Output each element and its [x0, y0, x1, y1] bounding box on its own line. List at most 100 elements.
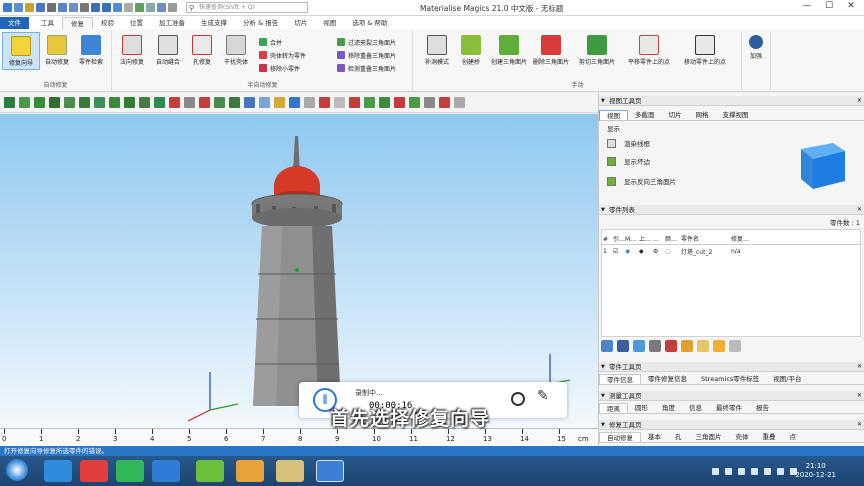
toolbar-tool-27-icon[interactable]	[394, 97, 405, 108]
close-button[interactable]: ✕	[840, 1, 862, 11]
export-icon[interactable]	[80, 3, 89, 12]
toolbar-tool-26-icon[interactable]	[379, 97, 390, 108]
camera-icon[interactable]	[511, 392, 525, 406]
tab-report[interactable]: 报告	[749, 403, 776, 413]
tab-verify[interactable]: 校验	[93, 17, 122, 29]
taskbar-magics-icon[interactable]	[316, 460, 344, 482]
tab-multi-section[interactable]: 多截面	[628, 110, 662, 120]
maximize-button[interactable]: ☐	[818, 1, 840, 11]
taskbar-music-icon[interactable]	[80, 460, 108, 482]
checkbox-icon[interactable]: ☑	[613, 248, 625, 255]
pen-icon[interactable]: ✎	[537, 388, 549, 404]
zoom-icon[interactable]	[124, 3, 133, 12]
tab-triangles[interactable]: 三角面片	[689, 432, 729, 442]
tray-icon[interactable]	[712, 468, 719, 475]
tab-support-view[interactable]: 支撑视图	[716, 110, 756, 120]
toolbar-tool-4-icon[interactable]	[49, 97, 60, 108]
open-file-icon[interactable]	[25, 3, 34, 12]
tab-analysis-report[interactable]: 分析 & 报告	[235, 17, 286, 29]
toolbar-tool-22-icon[interactable]	[319, 97, 330, 108]
tab-generate-support[interactable]: 生成支撑	[193, 17, 235, 29]
delete-triangle-button[interactable]: 删除三角面片	[532, 32, 570, 66]
tray-icon[interactable]	[725, 468, 732, 475]
tab-streamics-label[interactable]: Streamics零件标签	[694, 374, 766, 384]
taskbar-browser-icon[interactable]	[44, 460, 72, 482]
lighthouse-model[interactable]	[0, 114, 598, 428]
toolbar-tool-13-icon[interactable]	[184, 97, 195, 108]
toolbar-tool-18-icon[interactable]	[259, 97, 270, 108]
parts-action-4-icon[interactable]	[649, 340, 661, 352]
toolbar-tool-9-icon[interactable]	[124, 97, 135, 108]
toolbar-tool-3-icon[interactable]	[34, 97, 45, 108]
render-wireframe-option[interactable]: 渲染线框	[607, 137, 650, 149]
col-up[interactable]: 上…	[639, 234, 653, 244]
tab-view-platform[interactable]: 视图/平台	[766, 374, 808, 384]
merge-button[interactable]: 合并	[259, 37, 282, 47]
rotate-icon[interactable]	[135, 3, 144, 12]
tab-tools[interactable]: 工具	[33, 17, 62, 29]
tab-part-repair-info[interactable]: 零件修复信息	[641, 374, 694, 384]
parts-action-8-icon[interactable]	[713, 340, 725, 352]
print-icon[interactable]	[69, 3, 78, 12]
filter-sharp-triangles-button[interactable]: 过滤夹裂三角面片	[337, 37, 396, 47]
tray-icon[interactable]	[777, 468, 784, 475]
view-cube[interactable]	[793, 133, 853, 193]
tab-part-info[interactable]: 零件信息	[599, 374, 641, 384]
wireframe-icon[interactable]	[157, 3, 166, 12]
select-icon[interactable]	[113, 3, 122, 12]
tab-build-prep[interactable]: 加工准备	[151, 17, 193, 29]
col-color[interactable]: 颜…	[665, 234, 681, 244]
taskbar-clock[interactable]: 21:10 2020-12-21	[795, 462, 836, 480]
tab-slice-panel[interactable]: 切片	[662, 110, 689, 120]
parts-action-1-icon[interactable]	[601, 340, 613, 352]
toolbar-tool-29-icon[interactable]	[424, 97, 435, 108]
tab-options-help[interactable]: 选项 & 帮助	[344, 17, 395, 29]
part-check-button[interactable]: 零件检索	[72, 32, 110, 66]
toolbar-tool-10-icon[interactable]	[139, 97, 150, 108]
toolbar-tool-23-icon[interactable]	[334, 97, 345, 108]
save-icon[interactable]	[36, 3, 45, 12]
tab-final-part[interactable]: 最终零件	[709, 403, 749, 413]
toolbar-tool-25-icon[interactable]	[364, 97, 375, 108]
pin-icon[interactable]: ✕	[857, 96, 862, 106]
parts-action-9-icon[interactable]	[729, 340, 741, 352]
toolbar-tool-21-icon[interactable]	[304, 97, 315, 108]
col-num[interactable]: #	[601, 234, 613, 244]
toolbar-tool-31-icon[interactable]	[454, 97, 465, 108]
show-inverted-triangles-option[interactable]: 显示反向三角面片	[607, 175, 676, 187]
search-input[interactable]: ⚲ 快速查询(Shift + Q)	[186, 2, 308, 13]
tab-hole[interactable]: 孔	[668, 432, 689, 442]
translate-point-button[interactable]: 平移零件上的点	[624, 32, 674, 66]
parts-action-5-icon[interactable]	[665, 340, 677, 352]
toolbar-tool-6-icon[interactable]	[79, 97, 90, 108]
taskbar-app2-icon[interactable]	[236, 460, 264, 482]
repair-toolbox-header[interactable]: 修复工具页 ✕	[599, 420, 864, 430]
new-file-icon[interactable]	[14, 3, 23, 12]
toolbar-tool-28-icon[interactable]	[409, 97, 420, 108]
toolbar-tool-7-icon[interactable]	[94, 97, 105, 108]
tab-circle[interactable]: 圆形	[628, 403, 655, 413]
view-icon[interactable]	[146, 3, 155, 12]
shell-button[interactable]: 干扰壳体	[217, 32, 255, 66]
color-swatch-icon[interactable]: ◌	[665, 248, 681, 255]
tab-mesh[interactable]: 网格	[689, 110, 716, 120]
toolbar-tool-16-icon[interactable]	[229, 97, 240, 108]
fill-hole-mode-button[interactable]: 补洞模式	[418, 32, 456, 66]
taskbar-app-icon[interactable]	[152, 460, 180, 482]
pin-icon[interactable]: ✕	[857, 205, 862, 215]
col-part-name[interactable]: 零件名	[681, 234, 731, 244]
minimize-button[interactable]: —	[796, 1, 818, 11]
start-button[interactable]	[6, 459, 28, 481]
parts-action-3-icon[interactable]	[633, 340, 645, 352]
taskbar-editor-icon[interactable]	[196, 460, 224, 482]
show-bad-edges-option[interactable]: 显示坏边	[607, 155, 650, 167]
col-visible[interactable]: 引…	[613, 234, 625, 244]
tab-auto-fix[interactable]: 自动修复	[599, 432, 641, 442]
tray-icon[interactable]	[764, 468, 771, 475]
pin-icon[interactable]: ✕	[857, 362, 862, 372]
measure-toolbox-header[interactable]: 测量工具页 ✕	[599, 391, 864, 401]
shell-to-part-button[interactable]: 壳体转为零件	[259, 50, 306, 60]
tab-view[interactable]: 视图	[315, 17, 344, 29]
toolbar-tool-5-icon[interactable]	[64, 97, 75, 108]
toolbar-tool-19-icon[interactable]	[274, 97, 285, 108]
